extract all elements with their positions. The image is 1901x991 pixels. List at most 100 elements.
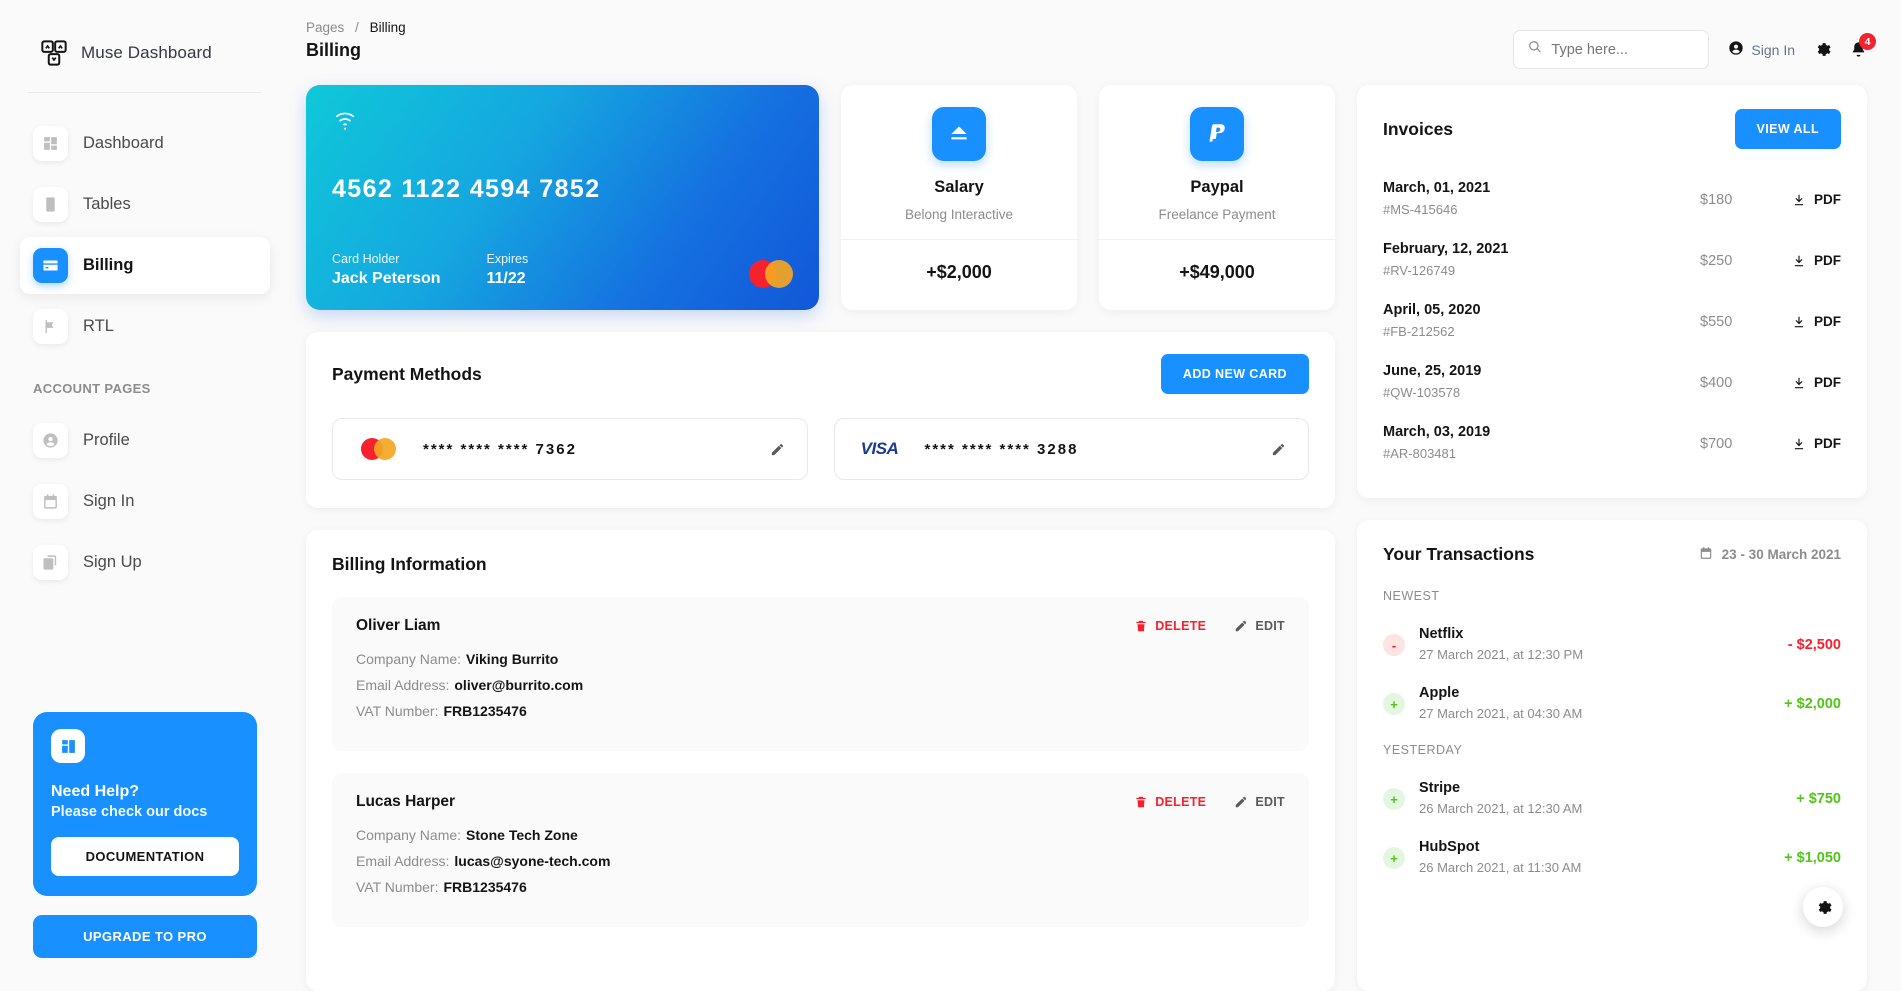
download-icon <box>1794 255 1804 266</box>
billing-entry-name: Oliver Liam <box>356 617 441 634</box>
date-range[interactable]: 23 - 30 March 2021 <box>1699 546 1841 563</box>
settings-fab-button[interactable] <box>1803 887 1843 927</box>
salary-title: Salary <box>934 178 984 196</box>
pencil-icon <box>771 443 783 455</box>
invoice-date: March, 01, 2021 <box>1383 180 1491 196</box>
pencil-icon <box>1236 796 1247 808</box>
sidebar-label: Sign Up <box>83 553 142 571</box>
email-label: Email Address: <box>356 853 450 869</box>
download-icon <box>1794 438 1804 449</box>
add-new-card-button[interactable]: ADD NEW CARD <box>1160 354 1309 394</box>
search-box[interactable] <box>1513 30 1710 69</box>
breadcrumb: Pages / Billing <box>306 20 406 35</box>
transaction-amount: + $750 <box>1796 791 1841 807</box>
sidebar-label: Profile <box>83 431 130 449</box>
calendar-icon <box>33 484 68 519</box>
invoice-info: February, 12, 2021 #RV-126749 <box>1383 241 1700 280</box>
invoice-row: March, 01, 2021 #MS-415646 $180 PDF <box>1383 171 1841 232</box>
pdf-label: PDF <box>1814 375 1841 390</box>
sidebar-item-profile[interactable]: Profile <box>20 412 270 469</box>
transaction-amount: - $2,500 <box>1787 637 1841 653</box>
transaction-info: HubSpot 26 March 2021, at 11:30 AM <box>1419 839 1770 877</box>
delete-button[interactable]: DELETE <box>1134 795 1206 809</box>
email-row: Email Address: oliver@burrito.com <box>356 677 1285 693</box>
sidebar-item-tables[interactable]: Tables <box>20 176 270 233</box>
settings-gear-button[interactable] <box>1814 41 1831 58</box>
payment-method-visa[interactable]: VISA **** **** **** 3288 <box>833 418 1309 480</box>
mastercard-icon <box>355 438 401 460</box>
left-column: 4562 1122 4594 7852 Card Holder Jack Pet… <box>306 85 1335 991</box>
billing-entry-header: Oliver Liam DELETE EDIT <box>356 617 1285 635</box>
transaction-info: Netflix 27 March 2021, at 12:30 PM <box>1419 626 1774 664</box>
edit-button[interactable]: EDIT <box>1234 795 1285 809</box>
card-number: 4562 1122 4594 7852 <box>332 174 601 203</box>
sign-in-label: Sign In <box>1751 41 1795 58</box>
brand: Muse Dashboard <box>20 22 270 76</box>
sidebar-label: Tables <box>83 195 131 213</box>
billing-entry-header: Lucas Harper DELETE EDIT <box>356 793 1285 811</box>
payment-methods-header: Payment Methods ADD NEW CARD <box>332 354 1309 394</box>
breadcrumb-separator: / <box>355 20 359 35</box>
paypal-card: Paypal Freelance Payment +$49,000 <box>1099 85 1335 310</box>
payment-method-mastercard[interactable]: **** **** **** 7362 <box>332 418 808 480</box>
company-row: Company Name: Stone Tech Zone <box>356 827 1285 843</box>
transactions-group-label: NEWEST <box>1383 589 1440 603</box>
edit-card-button[interactable] <box>770 442 785 457</box>
paypal-amount: +$49,000 <box>1179 262 1255 282</box>
transactions-group-label: YESTERDAY <box>1383 743 1463 757</box>
download-pdf-button[interactable]: PDF <box>1792 314 1841 329</box>
delete-label: DELETE <box>1155 619 1207 633</box>
app-root: Muse Dashboard Dashboard Tables Billing … <box>0 0 1901 991</box>
breadcrumb-parent[interactable]: Pages <box>306 20 344 35</box>
invoice-date: February, 12, 2021 <box>1383 241 1509 257</box>
transactions-header: Your Transactions 23 - 30 March 2021 <box>1383 544 1841 565</box>
billing-entry-name: Lucas Harper <box>356 793 456 810</box>
help-title: Need Help? <box>51 783 140 800</box>
sidebar-item-dashboard[interactable]: Dashboard <box>20 115 270 172</box>
brand-name: Muse Dashboard <box>81 43 212 62</box>
sidebar-item-sign-in[interactable]: Sign In <box>20 473 270 530</box>
masked-card-number: **** **** **** 7362 <box>423 440 577 458</box>
vat-label: VAT Number: <box>356 703 439 719</box>
sidebar-label: Sign In <box>83 492 135 510</box>
sign-in-link[interactable]: Sign In <box>1728 40 1795 59</box>
card-expires-label: Expires <box>486 252 529 266</box>
pdf-label: PDF <box>1814 314 1841 329</box>
billing-entry: Oliver Liam DELETE EDIT Company Name: Vi… <box>332 597 1309 751</box>
cards-row: 4562 1122 4594 7852 Card Holder Jack Pet… <box>306 85 1335 310</box>
vat-row: VAT Number: FRB1235476 <box>356 703 1285 719</box>
invoice-row: March, 03, 2019 #AR-803481 $700 PDF <box>1383 415 1841 476</box>
notifications-button[interactable]: 4 <box>1850 33 1876 58</box>
vat-row: VAT Number: FRB1235476 <box>356 879 1285 895</box>
date-range-label: 23 - 30 March 2021 <box>1721 547 1841 562</box>
upgrade-to-pro-button[interactable]: UPGRADE TO PRO <box>33 915 257 958</box>
delete-button[interactable]: DELETE <box>1134 619 1206 633</box>
pencil-icon <box>1272 443 1285 455</box>
invoice-amount: $550 <box>1700 313 1733 330</box>
download-icon <box>1794 377 1804 388</box>
download-pdf-button[interactable]: PDF <box>1792 375 1841 390</box>
paypal-subtitle: Freelance Payment <box>1158 207 1276 222</box>
invoice-row: April, 05, 2020 #FB-212562 $550 PDF <box>1383 293 1841 354</box>
view-all-button[interactable]: VIEW ALL <box>1734 109 1841 149</box>
transaction-row: + Apple 27 March 2021, at 04:30 AM + $2,… <box>1383 676 1841 735</box>
card-holder-field: Card Holder Jack Peterson <box>332 252 441 288</box>
download-pdf-button[interactable]: PDF <box>1792 192 1841 207</box>
sidebar-item-billing[interactable]: Billing <box>20 237 270 294</box>
download-pdf-button[interactable]: PDF <box>1792 436 1841 451</box>
documentation-button[interactable]: DOCUMENTATION <box>51 837 239 876</box>
transactions-title: Your Transactions <box>1383 544 1535 564</box>
search-input[interactable] <box>1551 41 1695 58</box>
sidebar-item-rtl[interactable]: RTL <box>20 298 270 355</box>
email-value: oliver@burrito.com <box>454 677 584 693</box>
sidebar-item-sign-up[interactable]: Sign Up <box>20 534 270 591</box>
transaction-sign-icon: + <box>1383 847 1405 869</box>
transaction-name: Stripe <box>1419 780 1461 796</box>
invoice-id: #QW-103578 <box>1383 385 1461 400</box>
download-pdf-button[interactable]: PDF <box>1792 253 1841 268</box>
edit-label: EDIT <box>1255 795 1285 809</box>
edit-card-button[interactable] <box>1271 442 1286 457</box>
contactless-wifi-icon <box>332 107 793 138</box>
edit-button[interactable]: EDIT <box>1234 619 1285 633</box>
paypal-icon <box>1190 107 1244 161</box>
